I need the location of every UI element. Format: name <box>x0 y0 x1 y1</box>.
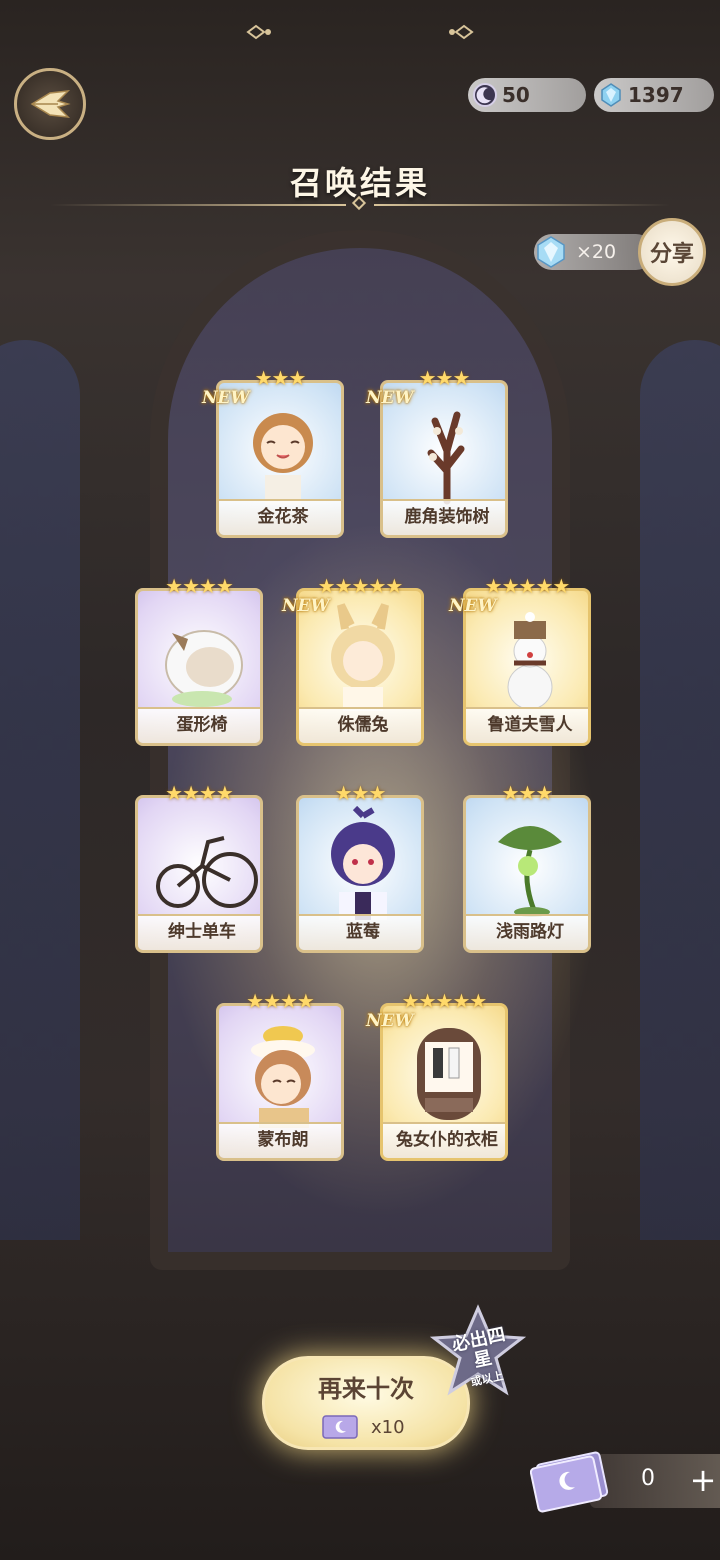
card-frame: 蓝莓 <box>296 795 424 953</box>
result-card[interactable]: 蛋形椅 ★★★★ <box>135 576 263 746</box>
crystal-currency: 1397 <box>594 78 714 112</box>
crystal-icon <box>601 83 621 107</box>
card-stars: ★★★★ <box>165 574 234 598</box>
summon-ticket-icon <box>530 1451 609 1513</box>
share-reward: ×20 <box>534 234 654 270</box>
bunny-girl-icon <box>331 603 395 711</box>
card-stars: ★★★★★ <box>317 574 404 598</box>
leaf-lamp-icon <box>498 826 562 917</box>
card-name: 蛋形椅 <box>138 707 260 743</box>
new-badge: NEW <box>449 596 497 616</box>
result-card[interactable]: 蓝莓 ★★★ <box>296 783 424 953</box>
share-button[interactable]: 分享 <box>638 218 706 286</box>
title-ornament-right-icon <box>449 24 474 40</box>
card-name: 浅雨路灯 <box>466 914 588 950</box>
card-stars: ★★★ <box>418 366 471 390</box>
snowman-icon <box>507 612 553 710</box>
share-reward-count: ×20 <box>576 241 617 263</box>
card-stars: ★★★★★ <box>401 989 488 1013</box>
back-button[interactable] <box>14 68 86 140</box>
add-ticket-button[interactable]: + <box>688 1460 718 1500</box>
title-divider-right <box>374 204 670 206</box>
title-ornament-left-icon <box>246 24 271 40</box>
result-card[interactable]: 金花茶 ★★★ NEW <box>202 368 344 538</box>
card-stars: ★★★★★ <box>484 574 571 598</box>
card-name: 兔女仆的衣柜 <box>383 1122 505 1158</box>
result-card[interactable]: 鹿角装饰树 ★★★ NEW <box>366 368 508 538</box>
crystal-reward-icon <box>537 236 565 268</box>
result-card[interactable]: 浅雨路灯 ★★★ <box>463 783 591 953</box>
share-button-label: 分享 <box>649 242 694 267</box>
new-badge: NEW <box>202 388 250 408</box>
ticket-icon <box>322 1415 358 1439</box>
summon-again-cost: x10 <box>321 1413 405 1441</box>
moon-currency: 50 <box>468 78 586 112</box>
title-divider-left <box>50 204 346 206</box>
ticket-count: 0 <box>641 1466 655 1491</box>
card-name: 绅士单车 <box>138 914 260 950</box>
result-card[interactable]: 兔女仆的衣柜 ★★★★★ NEW <box>366 991 508 1161</box>
purple-hair-boy-icon <box>331 806 395 920</box>
card-stars: ★★★★ <box>246 989 315 1013</box>
moon-currency-value: 50 <box>502 83 530 107</box>
card-frame: 蛋形椅 <box>135 588 263 746</box>
card-stars: ★★★ <box>334 781 387 805</box>
card-name: 金花茶 <box>219 499 341 535</box>
card-name: 蓝莓 <box>299 914 421 950</box>
new-badge: NEW <box>366 388 414 408</box>
crystal-currency-value: 1397 <box>628 83 684 107</box>
moon-icon <box>473 83 497 107</box>
card-name: 鹿角装饰树 <box>383 499 505 535</box>
background-window-left <box>0 340 80 1240</box>
antler-tree-icon <box>427 411 465 505</box>
egg-chair-icon <box>165 630 243 707</box>
card-stars: ★★★ <box>501 781 554 805</box>
card-name: 蒙布朗 <box>219 1122 341 1158</box>
result-card[interactable]: 绅士单车 ★★★★ <box>135 783 263 953</box>
card-frame: 浅雨路灯 <box>463 795 591 953</box>
summon-again-cost-value: x10 <box>371 1416 405 1438</box>
background-window-right <box>640 340 720 1240</box>
new-badge: NEW <box>282 596 330 616</box>
card-stars: ★★★ <box>254 366 307 390</box>
girl-character-icon <box>253 413 313 505</box>
card-name: 鲁道夫雪人 <box>466 707 588 743</box>
card-name: 侏儒兔 <box>299 707 421 743</box>
result-card[interactable]: 蒙布朗 ★★★★ <box>216 991 344 1161</box>
card-frame: 蒙布朗 <box>216 1003 344 1161</box>
card-frame: 绅士单车 <box>135 795 263 953</box>
back-wing-icon <box>30 90 71 118</box>
new-badge: NEW <box>366 1011 414 1031</box>
result-card[interactable]: 鲁道夫雪人 ★★★★★ NEW <box>449 576 591 746</box>
result-card[interactable]: 侏儒兔 ★★★★★ NEW <box>282 576 424 746</box>
bicycle-icon <box>156 836 258 908</box>
cake-hat-boy-icon <box>251 1026 315 1128</box>
card-stars: ★★★★ <box>165 781 234 805</box>
wardrobe-icon <box>417 1028 481 1120</box>
